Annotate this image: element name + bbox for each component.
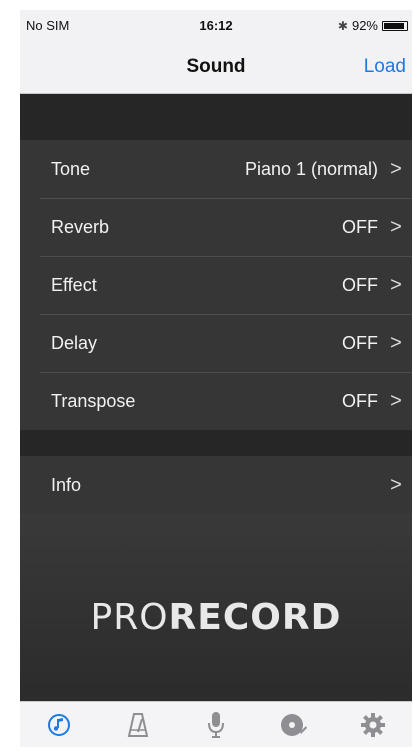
- sound-settings-list: Tone Piano 1 (normal) > Reverb OFF > Eff…: [20, 140, 412, 430]
- setting-label: Effect: [51, 274, 97, 295]
- setting-value: Piano 1 (normal): [244, 158, 378, 179]
- chevron-right-icon: >: [390, 215, 402, 238]
- gear-icon: [360, 712, 385, 737]
- status-bar: No SIM 16:12 ✱ 92%: [20, 10, 412, 38]
- tab-settings[interactable]: [353, 705, 393, 745]
- section-spacer: [20, 94, 412, 140]
- setting-row-transpose[interactable]: Transpose OFF >: [20, 372, 412, 430]
- battery-percent: 92%: [351, 18, 378, 33]
- info-label: Info: [51, 474, 82, 495]
- chevron-right-icon: >: [390, 157, 402, 180]
- chevron-right-icon: >: [390, 389, 402, 412]
- tab-sound[interactable]: [39, 705, 79, 745]
- status-right: ✱ 92%: [338, 18, 408, 33]
- setting-label: Delay: [51, 332, 98, 353]
- setting-value: OFF: [342, 390, 378, 411]
- page-title: Sound: [186, 56, 246, 77]
- logo-area: PRO RECORD: [20, 514, 412, 720]
- load-button[interactable]: Load: [364, 56, 406, 78]
- tab-bar: [20, 701, 412, 747]
- section-spacer: [20, 430, 412, 456]
- setting-value: OFF: [342, 216, 378, 237]
- nav-bar: Sound Load: [20, 38, 412, 94]
- setting-value: OFF: [342, 332, 378, 353]
- setting-row-delay[interactable]: Delay OFF >: [20, 314, 412, 372]
- tab-microphone[interactable]: [196, 705, 236, 745]
- bluetooth-icon: ✱: [337, 18, 348, 33]
- battery-icon: [382, 20, 408, 31]
- record-disc-icon: [281, 713, 308, 736]
- tab-recordings[interactable]: [274, 705, 314, 745]
- chevron-right-icon: >: [390, 273, 402, 296]
- app-screen: No SIM 16:12 ✱ 92% Sound Load Tone Piano…: [20, 10, 412, 747]
- info-list: Info >: [20, 456, 412, 514]
- microphone-icon: [207, 711, 224, 738]
- metronome-icon: [127, 712, 148, 737]
- setting-row-reverb[interactable]: Reverb OFF >: [20, 198, 412, 256]
- setting-label: Reverb: [51, 216, 110, 237]
- battery-fill: [384, 22, 405, 29]
- logo-pro-text: PRO: [90, 596, 169, 638]
- tab-metronome[interactable]: [118, 705, 158, 745]
- setting-label: Tone: [51, 158, 91, 179]
- music-note-icon: [48, 713, 71, 736]
- chevron-right-icon: >: [390, 473, 402, 496]
- setting-row-tone[interactable]: Tone Piano 1 (normal) >: [20, 140, 412, 198]
- logo-record-text: RECORD: [168, 596, 342, 638]
- setting-value: OFF: [342, 274, 378, 295]
- info-row[interactable]: Info >: [20, 456, 412, 514]
- chevron-right-icon: >: [390, 331, 402, 354]
- prorecord-logo: PRO RECORD: [90, 597, 341, 638]
- setting-label: Transpose: [51, 390, 136, 411]
- setting-row-effect[interactable]: Effect OFF >: [20, 256, 412, 314]
